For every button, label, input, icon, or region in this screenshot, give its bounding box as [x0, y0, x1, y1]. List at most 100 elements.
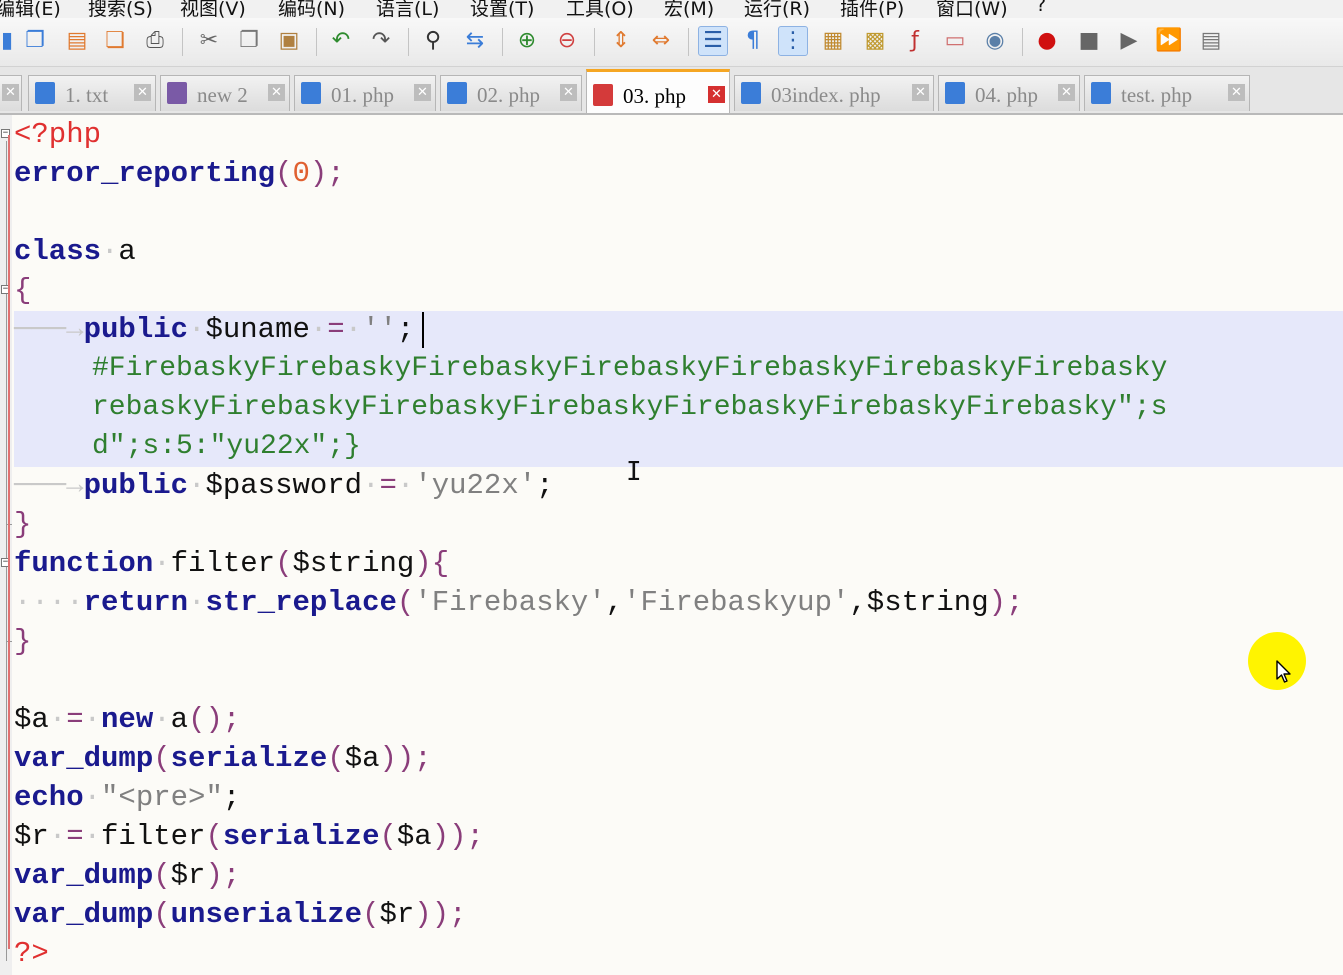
copy-icon[interactable]: ❐ [234, 26, 264, 56]
tab-close-icon[interactable]: ✕ [134, 84, 151, 101]
show-all-chars-icon[interactable]: ¶ [738, 26, 768, 56]
tab-label: 03. php [623, 84, 686, 108]
tab-close-icon[interactable]: ✕ [1228, 84, 1245, 101]
tab-03index-php[interactable]: 03index. php ✕ [734, 75, 934, 111]
code-line-21: var_dump(unserialize($r)); [14, 898, 467, 931]
indent-guide-icon[interactable]: ⋮ [778, 26, 808, 56]
menu-help[interactable]: ? [1036, 0, 1046, 16]
folder-workspace-icon[interactable]: ▭ [940, 26, 970, 56]
tab-close-icon[interactable]: ✕ [912, 84, 929, 101]
code-line-4: class·a [14, 235, 136, 268]
code-line-8: rebaskyFirebaskyFirebaskyFirebaskyFireba… [92, 392, 1168, 423]
file-icon [447, 82, 467, 104]
menu-search[interactable]: 搜索(S) [88, 0, 153, 18]
code-line-20: var_dump($r); [14, 859, 241, 892]
undo-icon[interactable]: ↶ [326, 26, 356, 56]
save-all-icon[interactable]: ❐ [20, 26, 50, 56]
close-all-icon[interactable]: ❏ [100, 26, 130, 56]
record-macro-icon[interactable]: ● [1032, 26, 1062, 56]
file-icon [167, 82, 187, 104]
tab-label: 01. php [331, 83, 394, 107]
toolbar-separator [316, 28, 317, 56]
text-cursor [422, 312, 424, 348]
sync-vertical-icon[interactable]: ⇕ [606, 26, 636, 56]
code-line-14: } [14, 625, 32, 658]
code-line-19: $r·=·filter(serialize($a)); [14, 820, 484, 853]
tab-label: new 2 [197, 83, 248, 107]
menu-tools[interactable]: 工具(O) [566, 0, 634, 18]
code-line-10: ───→public·$password·=·'yu22x'; [14, 469, 554, 502]
file-icon [35, 82, 55, 104]
zoom-in-icon[interactable]: ⊕ [512, 26, 542, 56]
tab-close-icon[interactable]: ✕ [708, 86, 725, 103]
close-icon[interactable]: ▤ [62, 26, 92, 56]
tab-new-2[interactable]: new 2 ✕ [160, 75, 290, 111]
tab-close-icon[interactable]: ✕ [268, 84, 285, 101]
save-icon[interactable]: ▮ [0, 26, 22, 56]
run-macro-multiple-icon[interactable]: ⏩ [1154, 26, 1184, 56]
menu-language[interactable]: 语言(L) [376, 0, 439, 18]
tab-test-php[interactable]: test. php ✕ [1084, 75, 1250, 111]
mouse-pointer-icon [1276, 660, 1291, 683]
tab-03-php[interactable]: 03. php ✕ [586, 69, 730, 113]
play-macro-icon[interactable]: ▶ [1114, 26, 1144, 56]
zoom-out-icon[interactable]: ⊖ [552, 26, 582, 56]
code-line-13: ····return·str_replace('Firebasky','Fire… [14, 586, 1024, 619]
tab-close-icon[interactable]: ✕ [2, 84, 19, 101]
menu-macro[interactable]: 宏(M) [664, 0, 714, 18]
print-icon[interactable]: ⎙ [140, 26, 170, 56]
monitoring-icon[interactable]: ◉ [980, 26, 1010, 56]
redo-icon[interactable]: ↷ [366, 26, 396, 56]
ibeam-cursor-icon: I [626, 457, 642, 487]
tab-label: 1. txt [65, 83, 109, 107]
file-icon [945, 82, 965, 104]
tab-02-php[interactable]: 02. php ✕ [440, 75, 582, 111]
word-wrap-icon[interactable]: ☰ [698, 26, 728, 56]
tab-label: 03index. php [771, 83, 881, 107]
code-line-17: var_dump(serialize($a)); [14, 742, 432, 775]
code-editor[interactable]: − − − <?php error_reporting(0); class·a … [0, 115, 1343, 975]
menu-settings[interactable]: 设置(T) [470, 0, 534, 18]
menu-view[interactable]: 视图(V) [180, 0, 246, 18]
udl-icon[interactable]: ▦ [818, 26, 848, 56]
tab-close-icon[interactable]: ✕ [560, 84, 577, 101]
doc-map-icon[interactable]: ▩ [860, 26, 890, 56]
tab-partial[interactable]: ✕ [0, 75, 22, 111]
toolbar-separator [594, 28, 595, 56]
sync-horizontal-icon[interactable]: ⇔ [646, 26, 676, 56]
change-marker [8, 135, 10, 949]
menu-plugins[interactable]: 插件(P) [840, 0, 904, 18]
toolbar-separator [502, 28, 503, 56]
save-macro-icon[interactable]: ▤ [1196, 26, 1226, 56]
tab-04-php[interactable]: 04. php ✕ [938, 75, 1080, 111]
paste-icon[interactable]: ▣ [274, 26, 304, 56]
function-list-icon[interactable]: ƒ [900, 26, 930, 56]
tab-close-icon[interactable]: ✕ [414, 84, 431, 101]
toolbar-separator [182, 28, 183, 56]
toolbar-separator [688, 28, 689, 56]
find-icon[interactable]: ⚲ [418, 26, 448, 56]
menu-encoding[interactable]: 编码(N) [278, 0, 345, 18]
toolbar-separator [1022, 28, 1023, 56]
menu-window[interactable]: 窗口(W) [936, 0, 1008, 18]
stop-macro-icon[interactable]: ■ [1074, 26, 1104, 56]
code-line-9: d";s:5:"yu22x";} [92, 431, 361, 462]
code-line-16: $a·=·new·a(); [14, 703, 241, 736]
code-line-11: } [14, 508, 32, 541]
replace-icon[interactable]: ⇆ [460, 26, 490, 56]
file-icon [301, 82, 321, 104]
tab-close-icon[interactable]: ✕ [1058, 84, 1075, 101]
code-line-12: function·filter($string){ [14, 547, 450, 580]
menu-edit[interactable]: 编辑(E) [0, 0, 61, 18]
fold-line [6, 141, 7, 961]
menu-run[interactable]: 运行(R) [744, 0, 810, 18]
tab-label: test. php [1121, 83, 1193, 107]
toolbar: ▮ ❐ ▤ ❏ ⎙ ✂ ❐ ▣ ↶ ↷ ⚲ ⇆ ⊕ ⊖ ⇕ ⇔ ☰ ¶ ⋮ ▦ … [0, 18, 1343, 67]
code-line-7: #FirebaskyFirebaskyFirebaskyFirebaskyFir… [92, 353, 1168, 384]
toolbar-separator [408, 28, 409, 56]
tab-1-txt[interactable]: 1. txt ✕ [28, 75, 156, 111]
cut-icon[interactable]: ✂ [194, 26, 224, 56]
file-icon [593, 84, 613, 106]
tab-01-php[interactable]: 01. php ✕ [294, 75, 436, 111]
file-icon [741, 82, 761, 104]
